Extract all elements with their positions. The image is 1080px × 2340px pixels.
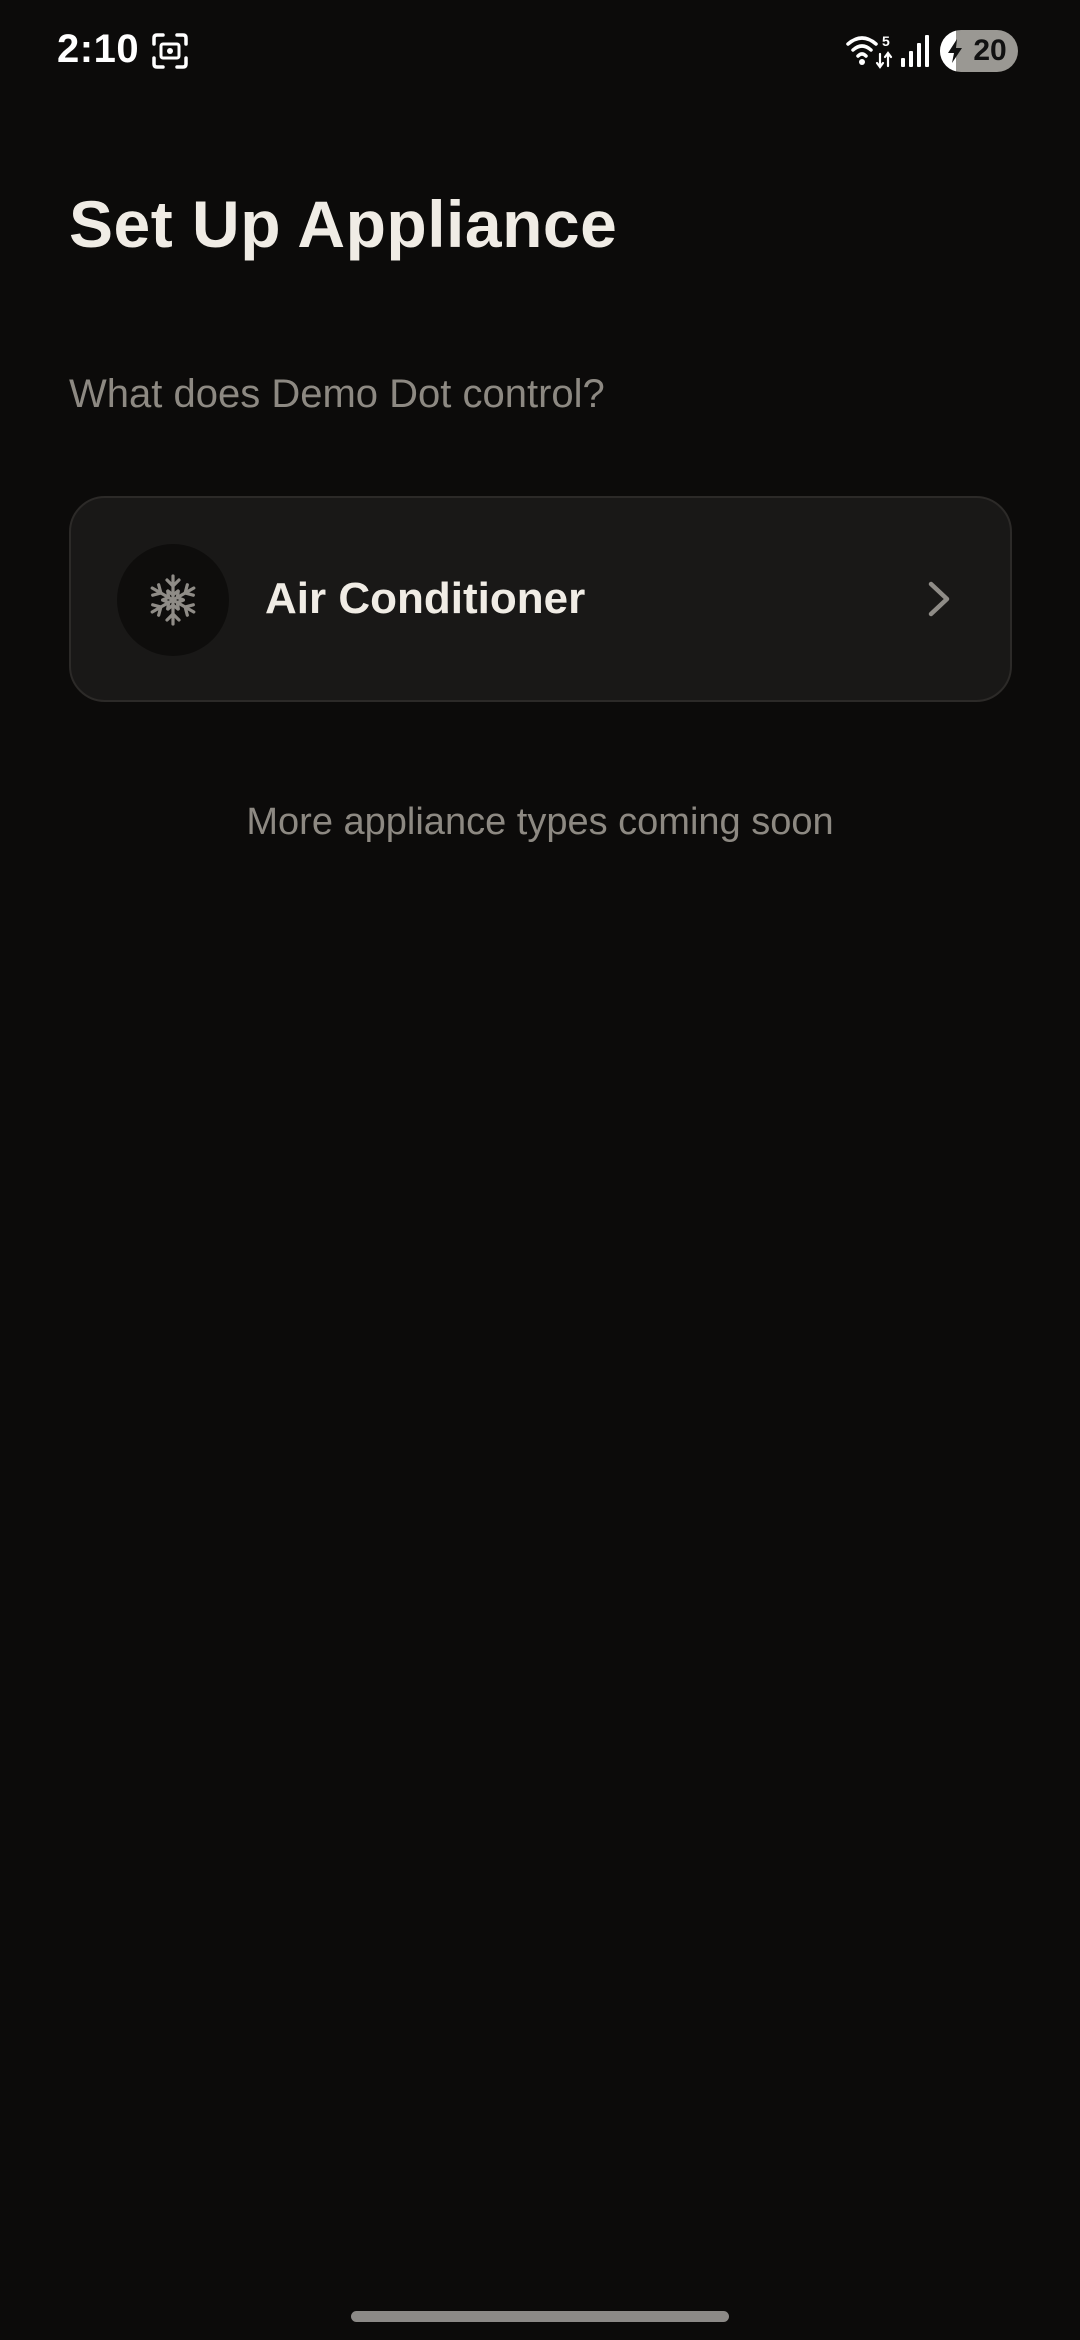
appliance-option-air-conditioner[interactable]: Air Conditioner [69, 496, 1012, 702]
wifi-icon: 5 [846, 33, 893, 69]
status-bar: 2:10 5 20 [0, 0, 1080, 100]
wifi-badge: 5 [882, 33, 890, 49]
battery-icon: 20 [940, 30, 1018, 72]
home-indicator[interactable] [351, 2311, 729, 2322]
battery-level: 20 [973, 34, 1007, 67]
chevron-right-icon [928, 581, 950, 617]
signal-icon [901, 35, 929, 67]
screen: 2:10 5 20 Set Up Appliance What does Dem… [0, 0, 1080, 2340]
appliance-label: Air Conditioner [265, 574, 586, 623]
charging-bolt-icon [948, 39, 962, 63]
status-time: 2:10 [57, 27, 140, 71]
page-title: Set Up Appliance [69, 187, 618, 261]
screenshot-icon [152, 33, 188, 69]
appliance-icon-container [117, 544, 229, 656]
snowflake-icon [147, 574, 199, 626]
coming-soon-note: More appliance types coming soon [246, 801, 834, 843]
page-subtitle: What does Demo Dot control? [69, 372, 605, 416]
